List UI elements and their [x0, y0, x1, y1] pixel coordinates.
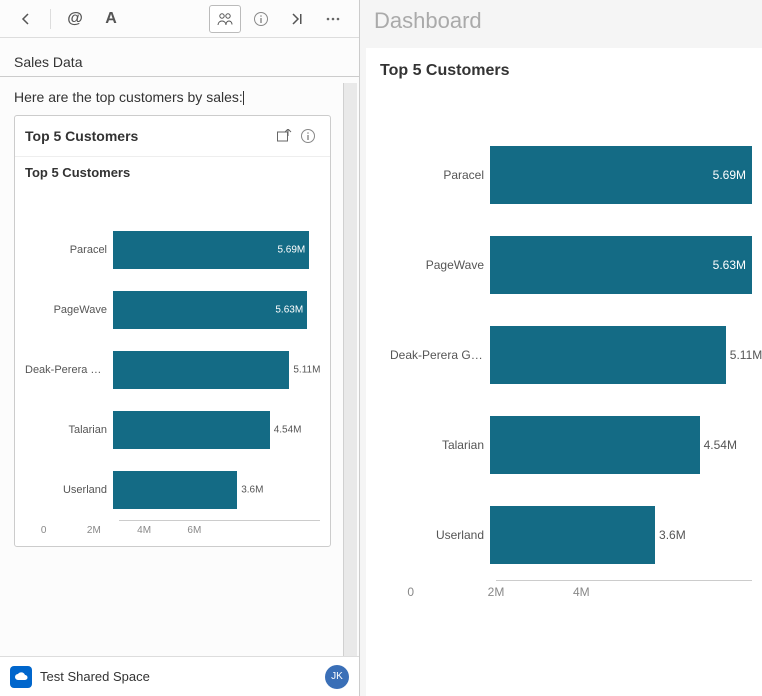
people-button[interactable]: [209, 5, 241, 33]
separator: [50, 9, 51, 29]
bar-label: Userland: [390, 528, 490, 542]
bar-label: PageWave: [25, 304, 113, 316]
text-cursor: [243, 91, 244, 105]
bar-label: Deak-Perera Group.: [25, 364, 113, 376]
bar-value: 5.69M: [277, 245, 305, 256]
bar-value: 5.63M: [275, 305, 303, 316]
skip-end-button[interactable]: [281, 5, 313, 33]
bar-row: Deak-Perera Group. 5.11M: [390, 310, 752, 400]
dashboard-title: Dashboard: [360, 0, 762, 42]
bar-value: 5.11M: [289, 365, 320, 376]
info-icon[interactable]: [296, 124, 320, 148]
bar-row: Paracel 5.69M: [25, 220, 320, 280]
bar-label: Userland: [25, 484, 113, 496]
bar-value: 5.11M: [726, 348, 762, 362]
mention-button[interactable]: @: [59, 5, 91, 33]
editor-toolbar: @ A: [0, 0, 359, 38]
body-text[interactable]: Here are the top customers by sales:: [14, 83, 349, 115]
bar-value: 5.63M: [713, 258, 746, 272]
footer-bar: Test Shared Space JK: [0, 656, 359, 696]
chart-subtitle: Top 5 Customers: [15, 157, 330, 180]
bar-label: Talarian: [25, 424, 113, 436]
embedded-chart-card: Top 5 Customers Top 5 Customers Paracel …: [14, 115, 331, 547]
bar-row: Userland 3.6M: [390, 490, 752, 580]
bar-row: PageWave 5.63M: [390, 220, 752, 310]
card-title: Top 5 Customers: [25, 128, 272, 144]
bar-value: 3.6M: [237, 485, 263, 496]
back-button[interactable]: [10, 5, 42, 33]
bar-row: Deak-Perera Group. 5.11M: [25, 340, 320, 400]
dashboard-chart-title: Top 5 Customers: [380, 62, 762, 80]
big-chart: Paracel 5.69M PageWave 5.63M Deak-Perera…: [380, 110, 762, 609]
bar-value: 5.69M: [713, 168, 746, 182]
x-axis: 0 2M 4M: [496, 580, 752, 599]
bar-label: Talarian: [390, 438, 490, 452]
cloud-icon[interactable]: [10, 666, 32, 688]
bar-label: Paracel: [390, 168, 490, 182]
section-title: Sales Data: [0, 38, 359, 77]
bar-label: Deak-Perera Group.: [390, 348, 490, 362]
share-icon[interactable]: [272, 124, 296, 148]
avatar[interactable]: JK: [325, 665, 349, 689]
bar-row: PageWave 5.63M: [25, 280, 320, 340]
bar-row: Talarian 4.54M: [25, 400, 320, 460]
bar-value: 4.54M: [700, 438, 737, 452]
bar-row: Talarian 4.54M: [390, 400, 752, 490]
info-button[interactable]: [245, 5, 277, 33]
bar-value: 3.6M: [655, 528, 686, 542]
more-button[interactable]: [317, 5, 349, 33]
bar-value: 4.54M: [270, 425, 302, 436]
bar-row: Paracel 5.69M: [390, 130, 752, 220]
dashboard-card: Top 5 Customers Paracel 5.69M PageWave 5…: [366, 48, 762, 696]
space-name[interactable]: Test Shared Space: [40, 669, 150, 684]
bar-label: PageWave: [390, 258, 490, 272]
scrollbar[interactable]: [343, 83, 357, 656]
bar-row: Userland 3.6M: [25, 460, 320, 520]
text-format-button[interactable]: A: [95, 5, 127, 33]
small-chart: Paracel 5.69M PageWave 5.63M Deak-Perera…: [15, 180, 330, 546]
bar-label: Paracel: [25, 244, 113, 256]
x-axis: 0 2M 4M 6M: [119, 520, 320, 536]
